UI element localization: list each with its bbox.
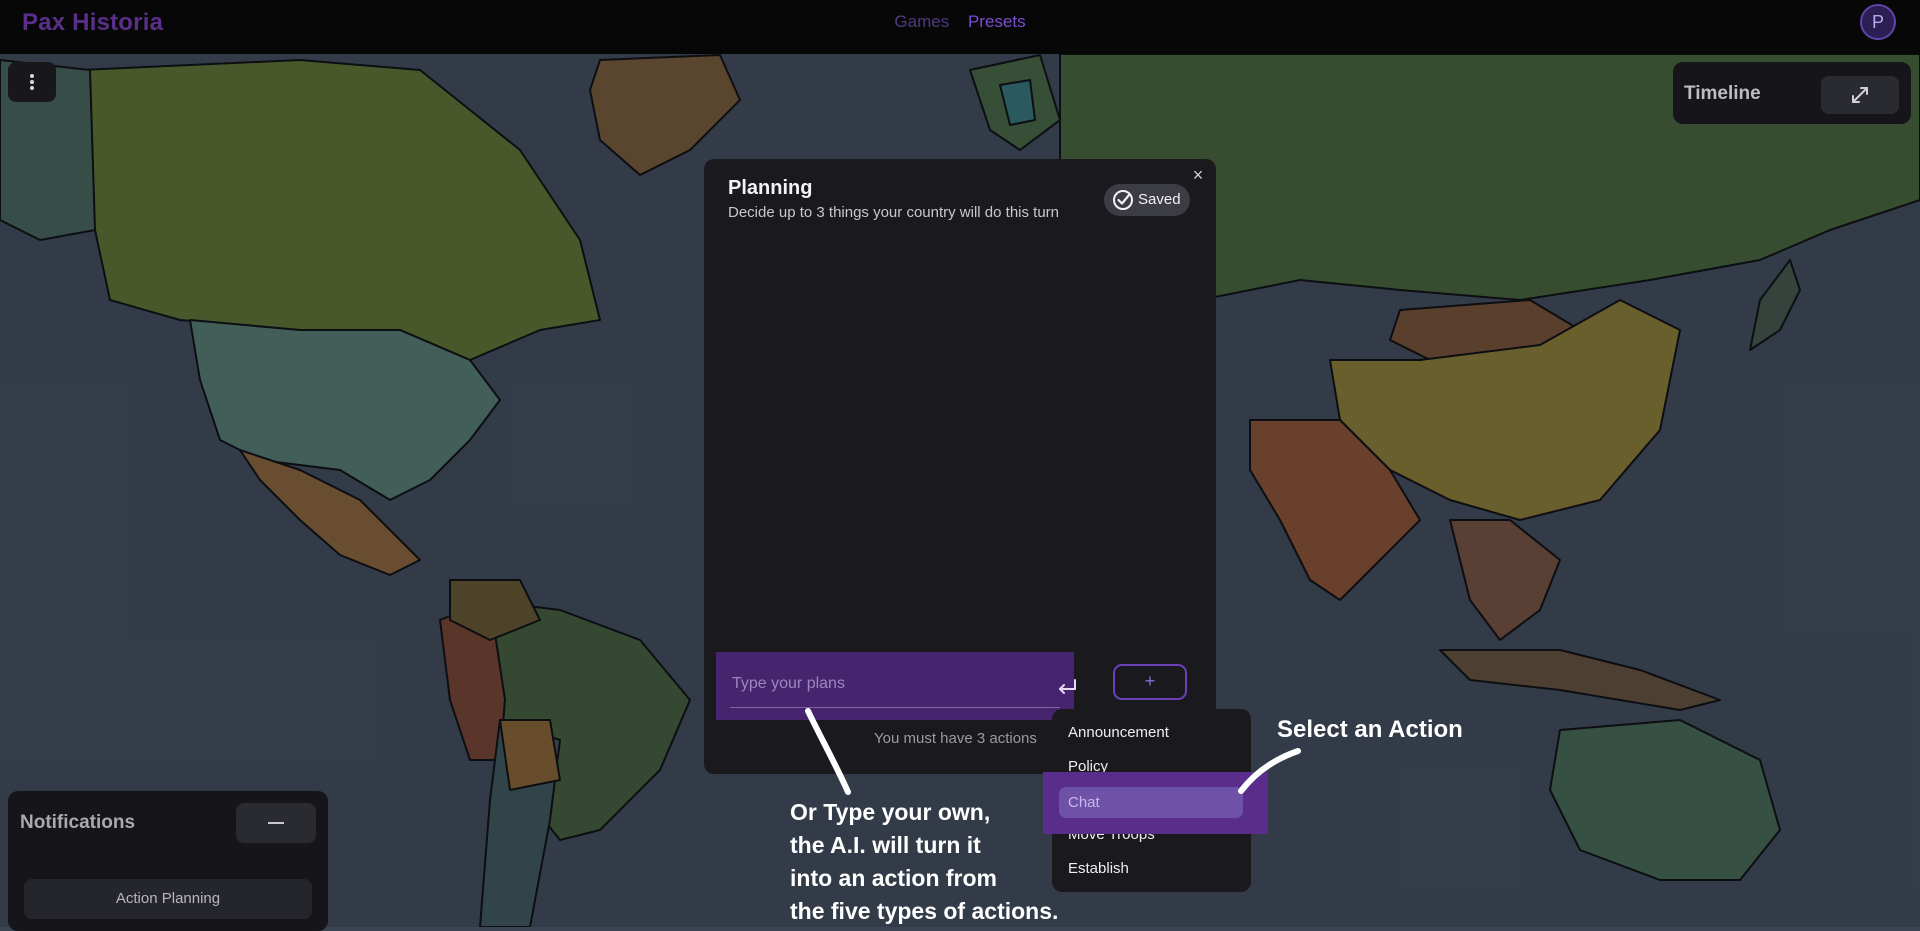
plan-text-input[interactable] [730,667,1034,701]
timeline-title: Timeline [1684,83,1761,104]
plus-icon: + [1144,671,1156,691]
main-nav: Games Presets [0,12,1920,32]
top-navigation-bar: Pax Historia Games Presets P [0,0,1920,54]
notification-item[interactable]: Action Planning [24,879,312,919]
plan-input-container [716,652,1076,720]
minimize-icon [268,822,284,824]
user-avatar[interactable]: P [1860,4,1896,40]
saved-status-badge: Saved [1104,184,1190,216]
action-requirement-text: You must have 3 actions [874,730,1037,747]
timeline-expand-button[interactable] [1821,76,1899,114]
region-bolivia [499,719,561,791]
add-action-button[interactable]: + [1113,664,1187,700]
dialog-subtitle: Decide up to 3 things your country will … [728,204,1060,221]
saved-label: Saved [1138,191,1181,208]
notifications-panel: Notifications Action Planning [8,791,328,931]
map-menu-button[interactable] [8,62,56,102]
nav-games-link[interactable]: Games [894,12,949,31]
nav-presets-link[interactable]: Presets [968,12,1026,31]
action-option-announcement[interactable]: Announcement [1068,724,1169,741]
kebab-menu-icon [30,74,34,78]
timeline-panel: Timeline [1673,62,1911,124]
dialog-title: Planning [728,177,813,199]
expand-icon [1852,87,1868,103]
check-circle-icon [1113,190,1133,210]
close-icon[interactable]: × [1188,165,1208,185]
planning-dialog: Planning Decide up to 3 things your coun… [704,159,1216,774]
annotation-type-own: Or Type your own, the A.I. will turn it … [790,799,1059,924]
notifications-title: Notifications [20,812,136,833]
notifications-minimize-button[interactable] [236,803,316,843]
enter-icon[interactable] [1056,678,1078,696]
annotation-select-action: Select an Action [1277,716,1463,743]
